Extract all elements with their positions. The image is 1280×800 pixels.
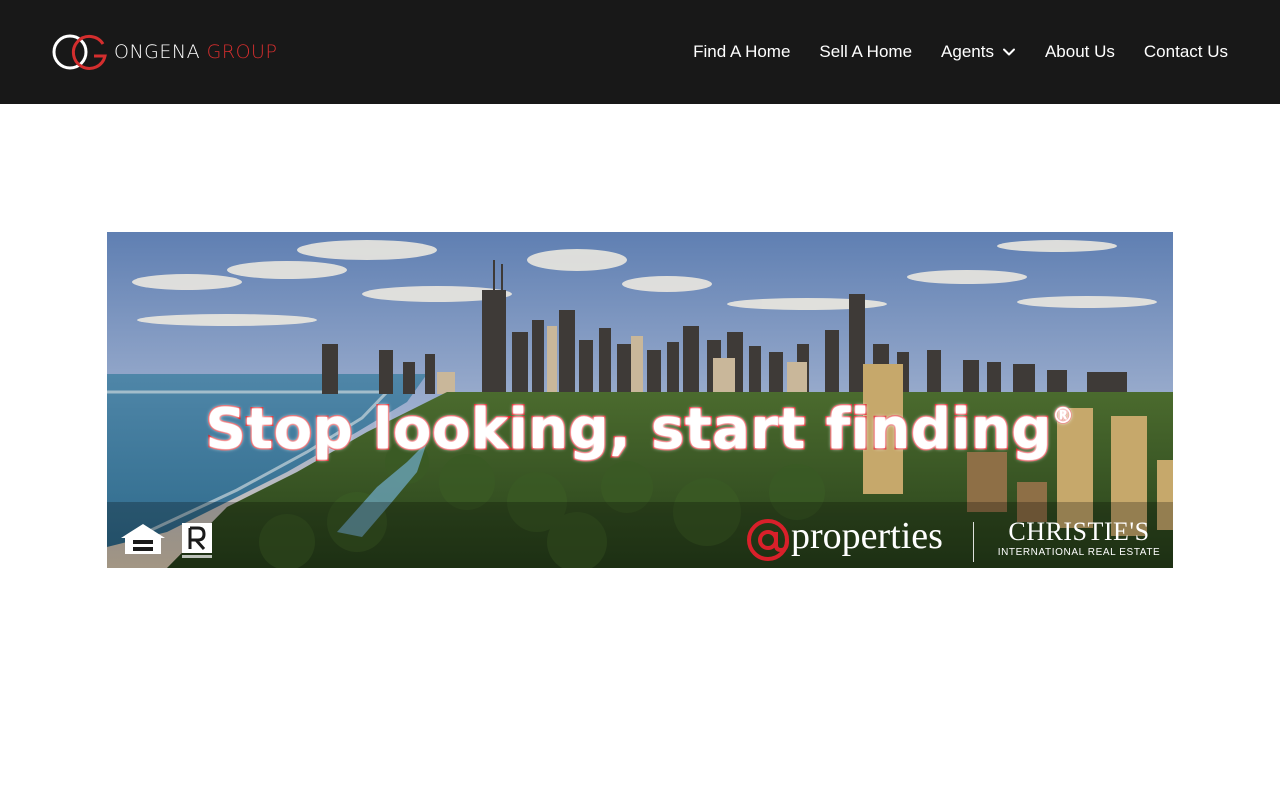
nav-about-us[interactable]: About Us xyxy=(1045,42,1115,62)
realtor-r-icon xyxy=(182,523,212,558)
nav-sell-a-home[interactable]: Sell A Home xyxy=(819,42,912,62)
chevron-down-icon xyxy=(1002,48,1015,56)
at-properties-logo: properties xyxy=(745,515,943,565)
at-sign-icon xyxy=(747,519,789,561)
nav-agents[interactable]: Agents xyxy=(941,42,1016,62)
nav-contact-us[interactable]: Contact Us xyxy=(1144,42,1228,62)
logo-word-group: GROUP xyxy=(206,40,278,63)
nav-label: Contact Us xyxy=(1143,42,1228,61)
christies-logo: CHRISTIE'S INTERNATIONAL REAL ESTATE xyxy=(993,517,1165,559)
nav-label: Agents xyxy=(941,42,994,61)
banner-headline: Stop looking, start finding® xyxy=(107,400,1173,459)
christies-subtitle: INTERNATIONAL REAL ESTATE xyxy=(997,547,1161,558)
properties-wordmark: properties xyxy=(791,515,943,557)
christies-name: CHRISTIE'S xyxy=(1008,517,1150,546)
logo-wordmark: ONGENA GROUP xyxy=(114,40,278,63)
logo-word-ongena: ONGENA xyxy=(114,40,201,63)
brand-divider xyxy=(973,522,974,562)
nav-label: Sell A Home xyxy=(819,42,913,61)
equal-housing-opportunity-icon xyxy=(121,524,165,554)
main-nav: Find A Home Sell A Home Agents About Us … xyxy=(693,0,1228,104)
og-monogram-icon xyxy=(52,34,107,70)
nav-label: Find A Home xyxy=(693,42,791,61)
nav-find-a-home[interactable]: Find A Home xyxy=(693,42,790,62)
site-logo[interactable]: ONGENA GROUP xyxy=(50,32,277,72)
headline-text: Stop looking, start finding xyxy=(204,397,1053,462)
hero-banner: Stop looking, start finding® properties … xyxy=(107,232,1173,568)
nav-label: About Us xyxy=(1044,42,1115,61)
registered-mark: ® xyxy=(1051,404,1075,429)
site-header: ONGENA GROUP Find A Home Sell A Home Age… xyxy=(0,0,1280,104)
